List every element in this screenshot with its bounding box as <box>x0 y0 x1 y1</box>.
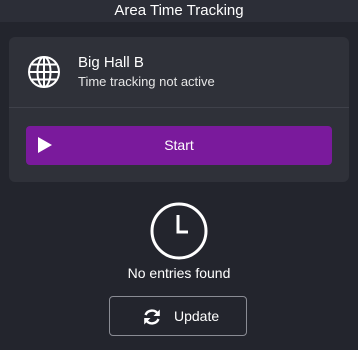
area-name: Big Hall B <box>78 54 144 71</box>
area-card: Big Hall B Time tracking not active Star… <box>9 37 349 182</box>
refresh-icon <box>144 309 160 325</box>
area-card-header: Big Hall B Time tracking not active <box>9 37 349 108</box>
globe-icon <box>28 56 60 88</box>
clock-icon <box>150 202 208 260</box>
empty-state-message: No entries found <box>127 265 231 281</box>
update-button[interactable]: Update <box>109 296 247 336</box>
tracking-status: Time tracking not active <box>78 74 215 89</box>
title-bar: Area Time Tracking <box>0 0 358 22</box>
page-title: Area Time Tracking <box>114 2 244 19</box>
update-button-label: Update <box>174 308 220 324</box>
start-button[interactable]: Start <box>26 126 332 165</box>
start-button-label: Start <box>164 137 194 153</box>
